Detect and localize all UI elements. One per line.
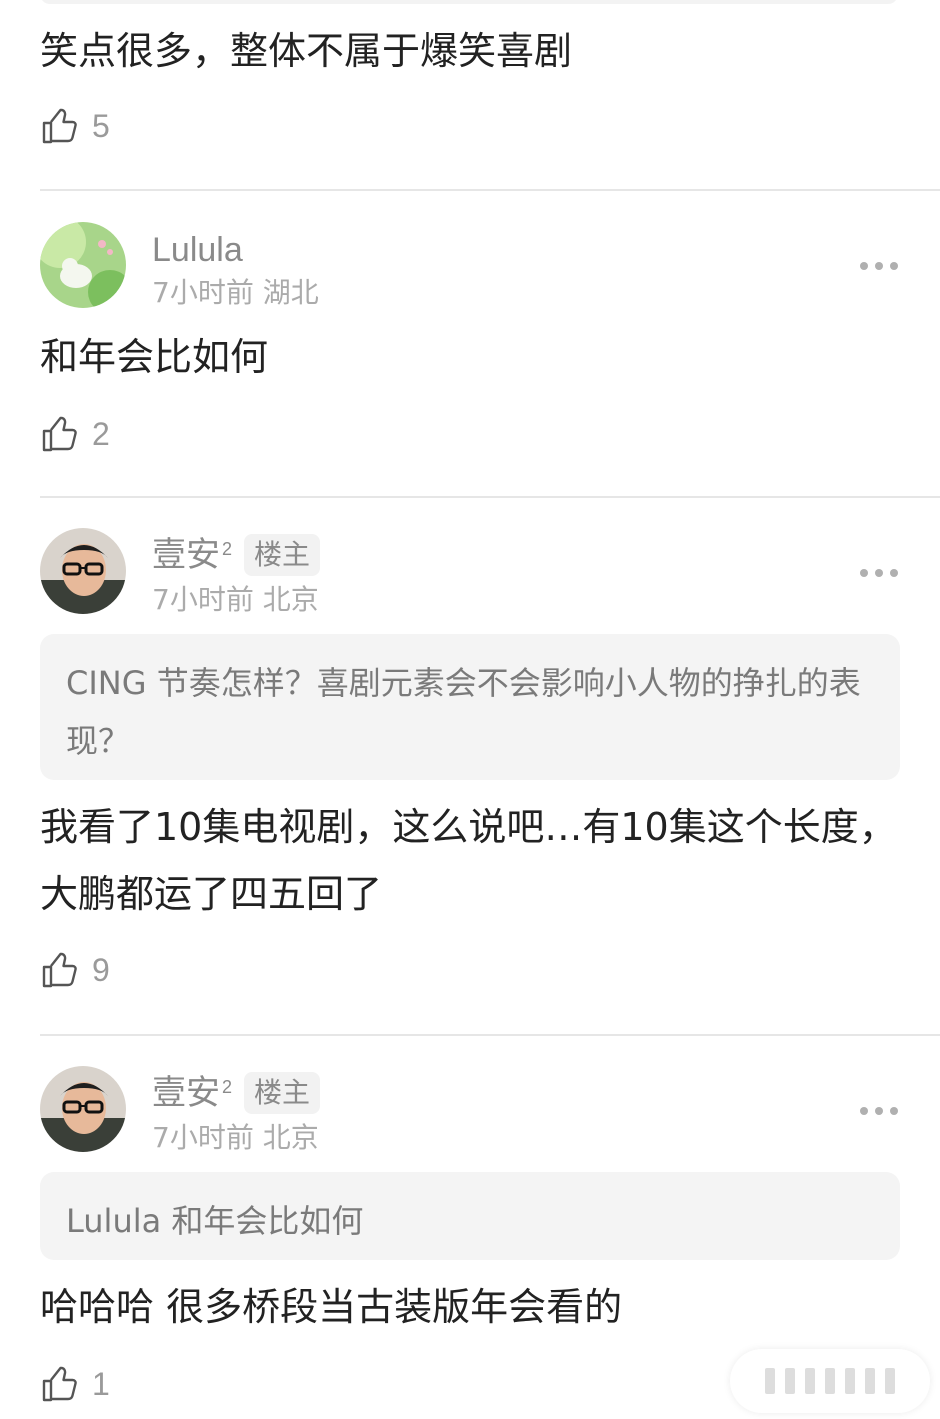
comment-text: 我看了10集电视剧，这么说吧…有10集这个长度，大鹏都运了四五回了 — [40, 805, 897, 916]
user-name[interactable]: 壹安 2 楼主 — [152, 534, 321, 576]
more-dots-icon[interactable] — [860, 262, 898, 270]
like-button[interactable]: 9 — [40, 948, 110, 992]
watermark — [730, 1349, 930, 1413]
like-count: 5 — [92, 107, 110, 144]
divider — [40, 496, 940, 498]
more-dots-icon[interactable] — [860, 1107, 898, 1115]
comment-text: 笑点很多，整体不属于爆笑喜剧 — [40, 29, 573, 73]
more-dots-icon[interactable] — [860, 569, 898, 577]
comment-meta: 7小时前 北京 — [152, 1121, 319, 1154]
like-count: 2 — [92, 415, 110, 452]
comment-meta: 7小时前 湖北 — [152, 276, 319, 309]
quoted-comment[interactable]: Lulula 和年会比如何 — [40, 1172, 900, 1260]
avatar[interactable] — [40, 222, 126, 308]
user-name[interactable]: Lulula — [152, 230, 243, 270]
thumbs-up-icon — [42, 952, 77, 988]
divider — [40, 189, 940, 191]
comment-text: 和年会比如何 — [40, 335, 269, 379]
thumbs-up-icon — [42, 108, 77, 144]
like-count: 1 — [92, 1365, 110, 1402]
user-name[interactable]: 壹安 2 楼主 — [152, 1072, 321, 1114]
like-button[interactable]: 1 — [40, 1362, 110, 1406]
like-button[interactable]: 5 — [40, 104, 110, 148]
avatar[interactable] — [40, 528, 126, 614]
previous-card-edge — [40, 0, 898, 4]
divider — [40, 1034, 940, 1036]
thumbs-up-icon — [42, 416, 77, 452]
thumbs-up-icon — [42, 1366, 77, 1402]
op-badge: 楼主 — [244, 534, 321, 576]
like-button[interactable]: 2 — [40, 412, 110, 456]
op-badge: 楼主 — [244, 1072, 321, 1114]
avatar[interactable] — [40, 1066, 126, 1152]
comment-text: 哈哈哈 很多桥段当古装版年会看的 — [40, 1285, 623, 1329]
like-count: 9 — [92, 951, 110, 988]
comment-meta: 7小时前 北京 — [152, 583, 319, 616]
quoted-comment[interactable]: CING 节奏怎样？喜剧元素会不会影响小人物的挣扎的表现？ — [40, 634, 900, 780]
